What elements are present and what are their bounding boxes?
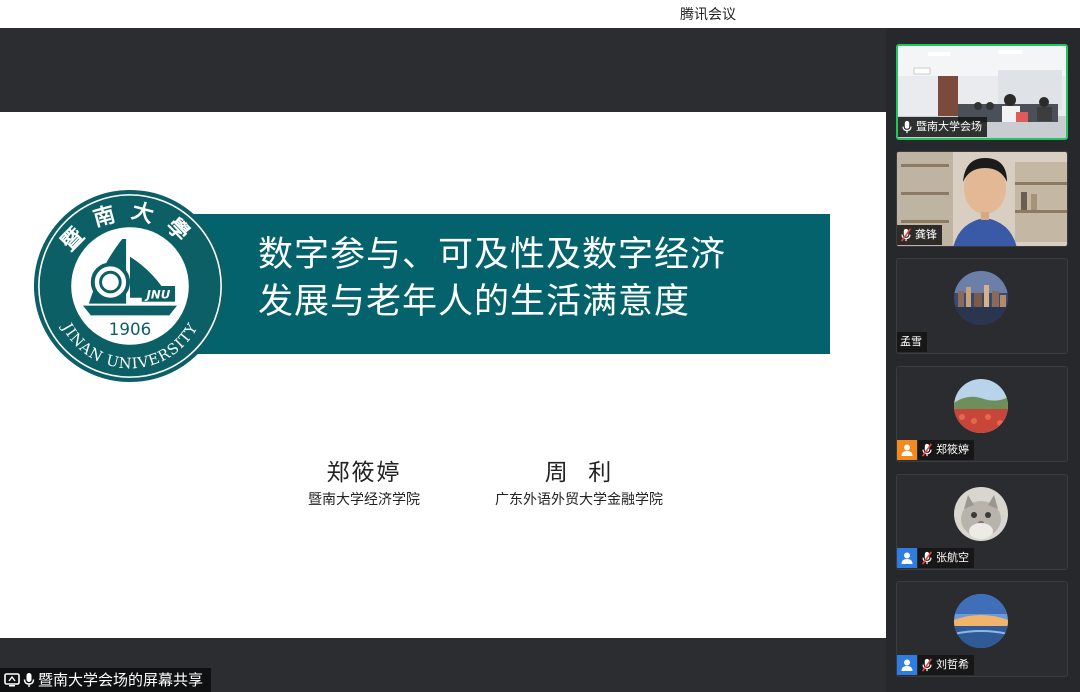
- microphone-icon: [23, 673, 35, 687]
- participant-avatar: [954, 594, 1008, 648]
- slide-title-line-2: 发展与老年人的生活满意度: [258, 282, 691, 322]
- participant-name-bar: 郑筱婷: [897, 439, 974, 461]
- participant-name-bar: 张航空: [897, 547, 974, 569]
- window-title: 腾讯会议: [680, 7, 736, 23]
- participant-name-bar: 孟雪: [897, 331, 927, 353]
- logo-year: 1906: [109, 320, 151, 339]
- participant-avatar: [954, 487, 1008, 541]
- participant-avatar: [954, 271, 1008, 325]
- participant-name: 张航空: [936, 551, 969, 564]
- slide-title-line-1: 数字参与、可及性及数字经济: [258, 235, 727, 275]
- participant-avatar: [954, 379, 1008, 433]
- screen-share-label: 暨南大学会场的屏幕共享: [0, 668, 212, 692]
- slide-title: 数字参与、可及性及数字经济 发展与老年人的生活满意度: [258, 232, 818, 326]
- participant-tile[interactable]: 刘哲希: [896, 581, 1068, 677]
- microphone-muted-icon: [900, 228, 912, 242]
- participant-name: 暨南大学会场: [916, 120, 982, 133]
- participant-name: 孟雪: [900, 335, 922, 348]
- participant-name-tag: 张航空: [918, 548, 974, 568]
- microphone-muted-icon: [921, 658, 933, 672]
- author-2-name: 周 利: [544, 460, 614, 486]
- microphone-icon: [902, 120, 912, 134]
- presentation-slide: 数字参与、可及性及数字经济 发展与老年人的生活满意度 暨南大學 JINAN UN…: [0, 112, 886, 638]
- participant-name-bar: 暨南大学会场: [898, 116, 987, 138]
- screen-share-icon: [4, 673, 20, 687]
- participant-tile[interactable]: 龚锋: [896, 151, 1068, 247]
- participant-name-bar: 龚锋: [897, 224, 942, 246]
- logo-badge-text: JNU: [145, 288, 171, 302]
- author-2: 周 利 广东外语外贸大学金融学院: [469, 458, 689, 510]
- participant-tile[interactable]: 郑筱婷: [896, 366, 1068, 462]
- screen-share-text: 暨南大学会场的屏幕共享: [38, 671, 204, 689]
- participant-sidebar[interactable]: 暨南大学会场 龚锋 孟雪 郑筱婷 张航空 刘哲希: [886, 28, 1080, 692]
- participant-name-tag: 孟雪: [897, 332, 927, 352]
- participant-name: 龚锋: [915, 228, 937, 241]
- author-1-affiliation: 暨南大学经济学院: [308, 492, 420, 508]
- author-1-name: 郑筱婷: [326, 460, 402, 486]
- participant-tile[interactable]: 孟雪: [896, 258, 1068, 354]
- author-1: 郑筱婷 暨南大学经济学院: [264, 458, 464, 510]
- jinan-university-logo: 暨南大學 JINAN UNIVERSITY JNU 1906: [33, 189, 227, 383]
- author-2-affiliation: 广东外语外贸大学金融学院: [495, 492, 663, 508]
- microphone-muted-icon: [921, 443, 933, 457]
- participant-name-tag: 暨南大学会场: [898, 117, 987, 137]
- blue-user-icon: [897, 655, 917, 675]
- participant-name-bar: 刘哲希: [897, 654, 974, 676]
- orange-user-icon: [897, 440, 917, 460]
- participant-tile[interactable]: 暨南大学会场: [896, 44, 1068, 140]
- participant-name: 刘哲希: [936, 658, 969, 671]
- participant-name: 郑筱婷: [936, 443, 969, 456]
- participant-tile[interactable]: 张航空: [896, 474, 1068, 570]
- shared-screen-area: 数字参与、可及性及数字经济 发展与老年人的生活满意度 暨南大學 JINAN UN…: [0, 28, 886, 692]
- window-titlebar: 腾讯会议: [0, 0, 1080, 28]
- blue-user-icon: [897, 548, 917, 568]
- participant-name-tag: 龚锋: [897, 225, 942, 245]
- participant-name-tag: 刘哲希: [918, 655, 974, 675]
- microphone-muted-icon: [921, 551, 933, 565]
- participant-name-tag: 郑筱婷: [918, 440, 974, 460]
